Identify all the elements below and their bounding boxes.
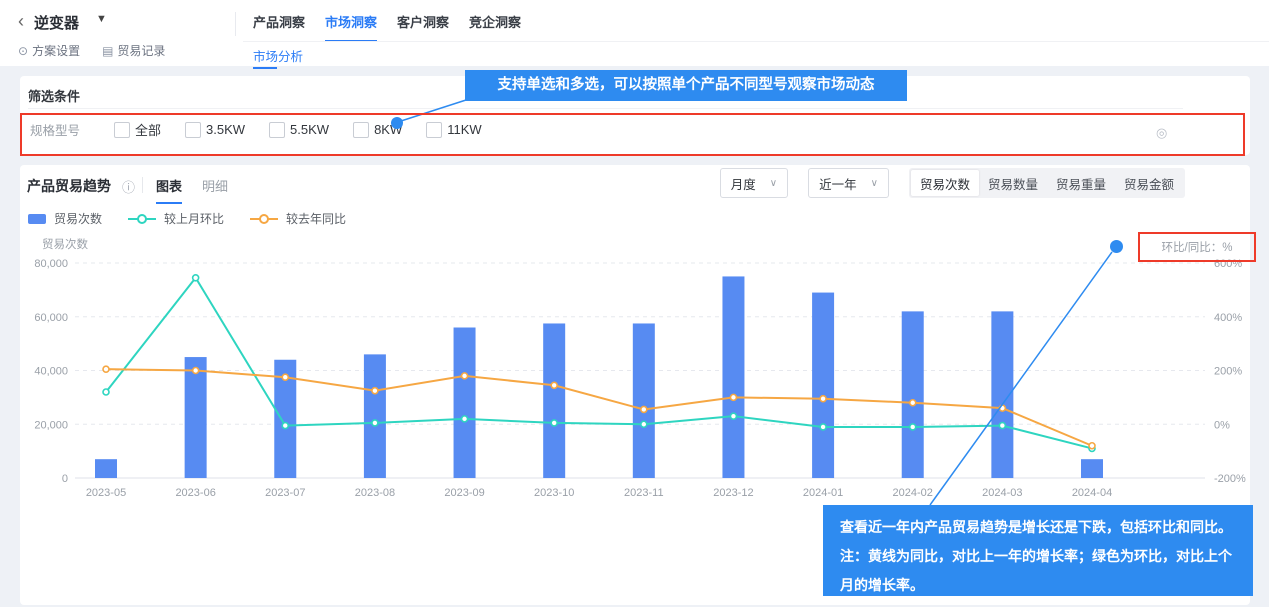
quicklink-贸易记录[interactable]: ▤ 贸易记录 <box>102 42 165 59</box>
range-select-value: 近一年 <box>819 174 857 193</box>
tab-客户洞察[interactable]: 客户洞察 <box>397 12 449 42</box>
svg-text:200%: 200% <box>1214 366 1242 378</box>
legend-label: 较去年同比 <box>286 210 346 227</box>
spec-checkbox-list: 全部3.5KW5.5KW8KW11KW <box>114 120 482 139</box>
trend-tip-line: 月的增长率。 <box>840 571 1253 600</box>
filter-separator <box>28 108 1183 109</box>
view-tabs: 图表明细 <box>156 176 228 204</box>
checkbox-label: 全部 <box>135 120 161 139</box>
filter-row: 规格型号 全部3.5KW5.5KW8KW11KW <box>30 120 482 139</box>
target-icon: ⊙ <box>18 44 28 58</box>
legend-line-swatch <box>250 214 278 224</box>
svg-text:2023-08: 2023-08 <box>355 487 395 499</box>
range-select[interactable]: 近一年 ∨ <box>808 168 889 198</box>
trend-title: 产品贸易趋势 <box>27 176 111 196</box>
right-axis-title: 环比/同比：% <box>1162 239 1233 255</box>
legend-贸易次数[interactable]: 贸易次数 <box>28 210 102 227</box>
svg-text:2024-03: 2024-03 <box>982 487 1022 499</box>
filter-label: 规格型号 <box>30 120 80 139</box>
svg-text:400%: 400% <box>1214 312 1242 324</box>
checkbox-label: 11KW <box>447 122 481 137</box>
legend-bar-swatch <box>28 214 46 224</box>
back-icon[interactable]: ‹ <box>18 11 24 31</box>
quick-links: ⊙ 方案设置 ▤ 贸易记录 <box>18 42 165 59</box>
svg-text:0%: 0% <box>1214 419 1230 431</box>
legend-较去年同比[interactable]: 较去年同比 <box>250 210 346 227</box>
svg-text:2023-05: 2023-05 <box>86 487 126 499</box>
checkbox-label: 3.5KW <box>206 122 245 137</box>
svg-text:2023-10: 2023-10 <box>534 487 574 499</box>
top-header: ‹ 逆变器 ▼ ⊙方案设置▤贸易记录 产品洞察市场洞察客户洞察竞企洞察 市场分析 <box>0 0 1269 66</box>
chart-legend: 贸易次数 较上月环比 较去年同比 <box>28 210 346 227</box>
quicklink-label: 方案设置 <box>32 42 80 59</box>
header-divider <box>235 12 236 36</box>
tabs-baseline <box>243 41 1269 42</box>
metric-button-贸易金额[interactable]: 贸易金额 <box>1115 170 1183 196</box>
quicklink-方案设置[interactable]: ⊙ 方案设置 <box>18 42 80 59</box>
subtab-market-analysis[interactable]: 市场分析 <box>253 46 303 73</box>
checkbox-box[interactable] <box>185 122 201 138</box>
svg-text:60,000: 60,000 <box>34 312 68 324</box>
checkbox-全部[interactable]: 全部 <box>114 120 161 139</box>
checkbox-box[interactable] <box>353 122 369 138</box>
metric-button-贸易数量[interactable]: 贸易数量 <box>979 170 1047 196</box>
svg-text:2023-11: 2023-11 <box>624 487 664 499</box>
svg-text:0: 0 <box>62 473 68 485</box>
checkbox-box[interactable] <box>269 122 285 138</box>
annotation-dot <box>1110 240 1123 253</box>
svg-text:80,000: 80,000 <box>34 258 68 270</box>
trend-tip-line: 注：黄线为同比，对比上一年的增长率；绿色为环比，对比上个 <box>840 542 1253 571</box>
legend-label: 贸易次数 <box>54 210 102 227</box>
legend-marker <box>259 214 269 224</box>
right-axis-highlight-box: 环比/同比：% <box>1138 232 1256 262</box>
product-title[interactable]: 逆变器 <box>34 12 79 33</box>
checkbox-label: 5.5KW <box>290 122 329 137</box>
period-select[interactable]: 月度 ∨ <box>720 168 788 198</box>
legend-marker <box>137 214 147 224</box>
trend-chart[interactable]: 80,000600%60,000400%40,000200%20,0000%0-… <box>20 228 1250 508</box>
checkbox-11KW[interactable]: 11KW <box>426 122 481 138</box>
trend-tip-line: 查看近一年内产品贸易趋势是增长还是下跌，包括环比和同比。 <box>840 513 1253 542</box>
chevron-down-icon: ∨ <box>871 178 878 189</box>
checkbox-box[interactable] <box>426 122 442 138</box>
svg-text:-200%: -200% <box>1214 473 1246 485</box>
metric-button-group: 贸易次数贸易数量贸易重量贸易金额 <box>909 168 1185 198</box>
title-divider <box>142 177 143 193</box>
legend-label: 较上月环比 <box>164 210 224 227</box>
svg-text:20,000: 20,000 <box>34 419 68 431</box>
checkbox-box[interactable] <box>114 122 130 138</box>
trend-controls: 月度 ∨ 近一年 ∨ 贸易次数贸易数量贸易重量贸易金额 <box>720 168 1185 198</box>
filter-settings-icon[interactable]: ◎ <box>1156 125 1167 141</box>
svg-text:2024-02: 2024-02 <box>893 487 933 499</box>
metric-button-贸易次数[interactable]: 贸易次数 <box>911 170 979 196</box>
svg-text:2023-12: 2023-12 <box>713 487 753 499</box>
metric-button-贸易重量[interactable]: 贸易重量 <box>1047 170 1115 196</box>
legend-line-swatch <box>128 214 156 224</box>
annotation-dot <box>391 117 403 129</box>
tab-竞企洞察[interactable]: 竞企洞察 <box>469 12 521 42</box>
svg-text:2024-01: 2024-01 <box>803 487 843 499</box>
checkbox-3.5KW[interactable]: 3.5KW <box>185 122 245 138</box>
viewtab-明细[interactable]: 明细 <box>202 176 228 204</box>
svg-text:40,000: 40,000 <box>34 366 68 378</box>
period-select-value: 月度 <box>731 174 756 193</box>
legend-较上月环比[interactable]: 较上月环比 <box>128 210 224 227</box>
tab-市场洞察[interactable]: 市场洞察 <box>325 12 377 42</box>
svg-text:2023-09: 2023-09 <box>444 487 484 499</box>
quicklink-label: 贸易记录 <box>117 42 165 59</box>
main-tabs: 产品洞察市场洞察客户洞察竞企洞察 <box>253 12 521 42</box>
viewtab-图表[interactable]: 图表 <box>156 176 182 204</box>
document-icon: ▤ <box>102 44 113 58</box>
caret-down-icon[interactable]: ▼ <box>96 13 107 25</box>
tab-产品洞察[interactable]: 产品洞察 <box>253 12 305 42</box>
svg-text:2023-07: 2023-07 <box>265 487 305 499</box>
svg-text:2024-04: 2024-04 <box>1072 487 1112 499</box>
info-icon[interactable]: ⓘ <box>122 177 135 196</box>
filter-title: 筛选条件 <box>28 86 80 105</box>
chevron-down-icon: ∨ <box>770 178 777 189</box>
filter-tip-callout: 支持单选和多选，可以按照单个产品不同型号观察市场动态 <box>465 70 907 101</box>
checkbox-5.5KW[interactable]: 5.5KW <box>269 122 329 138</box>
trend-tip-callout: 查看近一年内产品贸易趋势是增长还是下跌，包括环比和同比。注：黄线为同比，对比上一… <box>823 505 1253 596</box>
svg-text:2023-06: 2023-06 <box>175 487 215 499</box>
